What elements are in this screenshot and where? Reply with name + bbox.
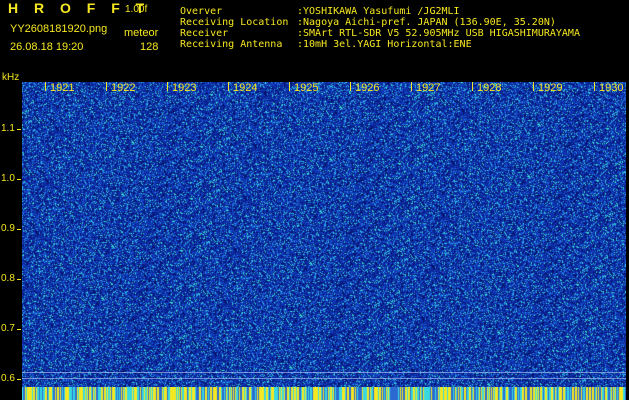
info-row-location: Receiving Location :Nagoya Aichi-pref. JA… — [180, 17, 580, 28]
version-label: 1.00f — [125, 4, 148, 15]
freq-tick-label: 1.1 — [1, 123, 21, 134]
info-value: :YOSHIKAWA Yasufumi /JG2MLI — [297, 6, 460, 17]
freq-tick-label: 1.0 — [1, 173, 21, 184]
info-key: Receiver — [180, 28, 229, 39]
signal-strength-bar — [22, 387, 626, 400]
time-tick-label: 1923 — [166, 82, 197, 94]
reference-line — [22, 378, 626, 379]
info-row-observer: Overver :YOSHIKAWA Yasufumi /JG2MLI — [180, 6, 580, 17]
meteor-count: 128 — [140, 41, 159, 53]
info-value: :Nagoya Aichi-pref. JAPAN (136.90E, 35.2… — [297, 17, 556, 28]
info-value: :SMArt RTL-SDR V5 52.905MHz USB HIGASHIM… — [297, 28, 580, 39]
meteor-label: meteor — [124, 27, 159, 39]
time-tick-label: 1929 — [532, 82, 563, 94]
time-tick-label: 1922 — [105, 82, 136, 94]
spectrogram-canvas — [22, 82, 626, 400]
filename-label: YY2608181920.png — [10, 23, 108, 35]
time-tick-label: 1926 — [349, 82, 380, 94]
info-key: Receiving Antenna — [180, 39, 283, 50]
freq-tick-label: 0.9 — [1, 223, 21, 234]
time-axis: 1921 1922 1923 1924 1925 1926 1927 1928 … — [22, 82, 626, 94]
time-tick-label: 1925 — [288, 82, 319, 94]
frequency-axis: 1.1 1.0 0.9 0.8 0.7 0.6 — [0, 0, 22, 400]
freq-tick-label: 0.6 — [1, 373, 21, 384]
reference-line — [22, 372, 626, 373]
time-tick-label: 1924 — [227, 82, 258, 94]
station-info: Overver :YOSHIKAWA Yasufumi /JG2MLI Recei… — [180, 6, 580, 50]
info-key: Receiving Location — [180, 17, 289, 28]
time-tick-label: 1928 — [471, 82, 502, 94]
freq-tick-label: 0.8 — [1, 273, 21, 284]
info-value: :10mH 3el.YAGI Horizontal:ENE — [297, 39, 472, 50]
spectrogram — [22, 82, 626, 400]
info-row-antenna: Receiving Antenna :10mH 3el.YAGI Horizont… — [180, 39, 580, 50]
hrofft-window: H R O F F T 1.00f YY2608181920.png meteo… — [0, 0, 629, 400]
info-key: Overver — [180, 6, 223, 17]
freq-tick-label: 0.7 — [1, 323, 21, 334]
time-tick-label: 1921 — [44, 82, 75, 94]
time-tick-label: 1927 — [410, 82, 441, 94]
time-tick-label: 1930 — [593, 82, 624, 94]
info-row-receiver: Receiver :SMArt RTL-SDR V5 52.905MHz USB … — [180, 28, 580, 39]
